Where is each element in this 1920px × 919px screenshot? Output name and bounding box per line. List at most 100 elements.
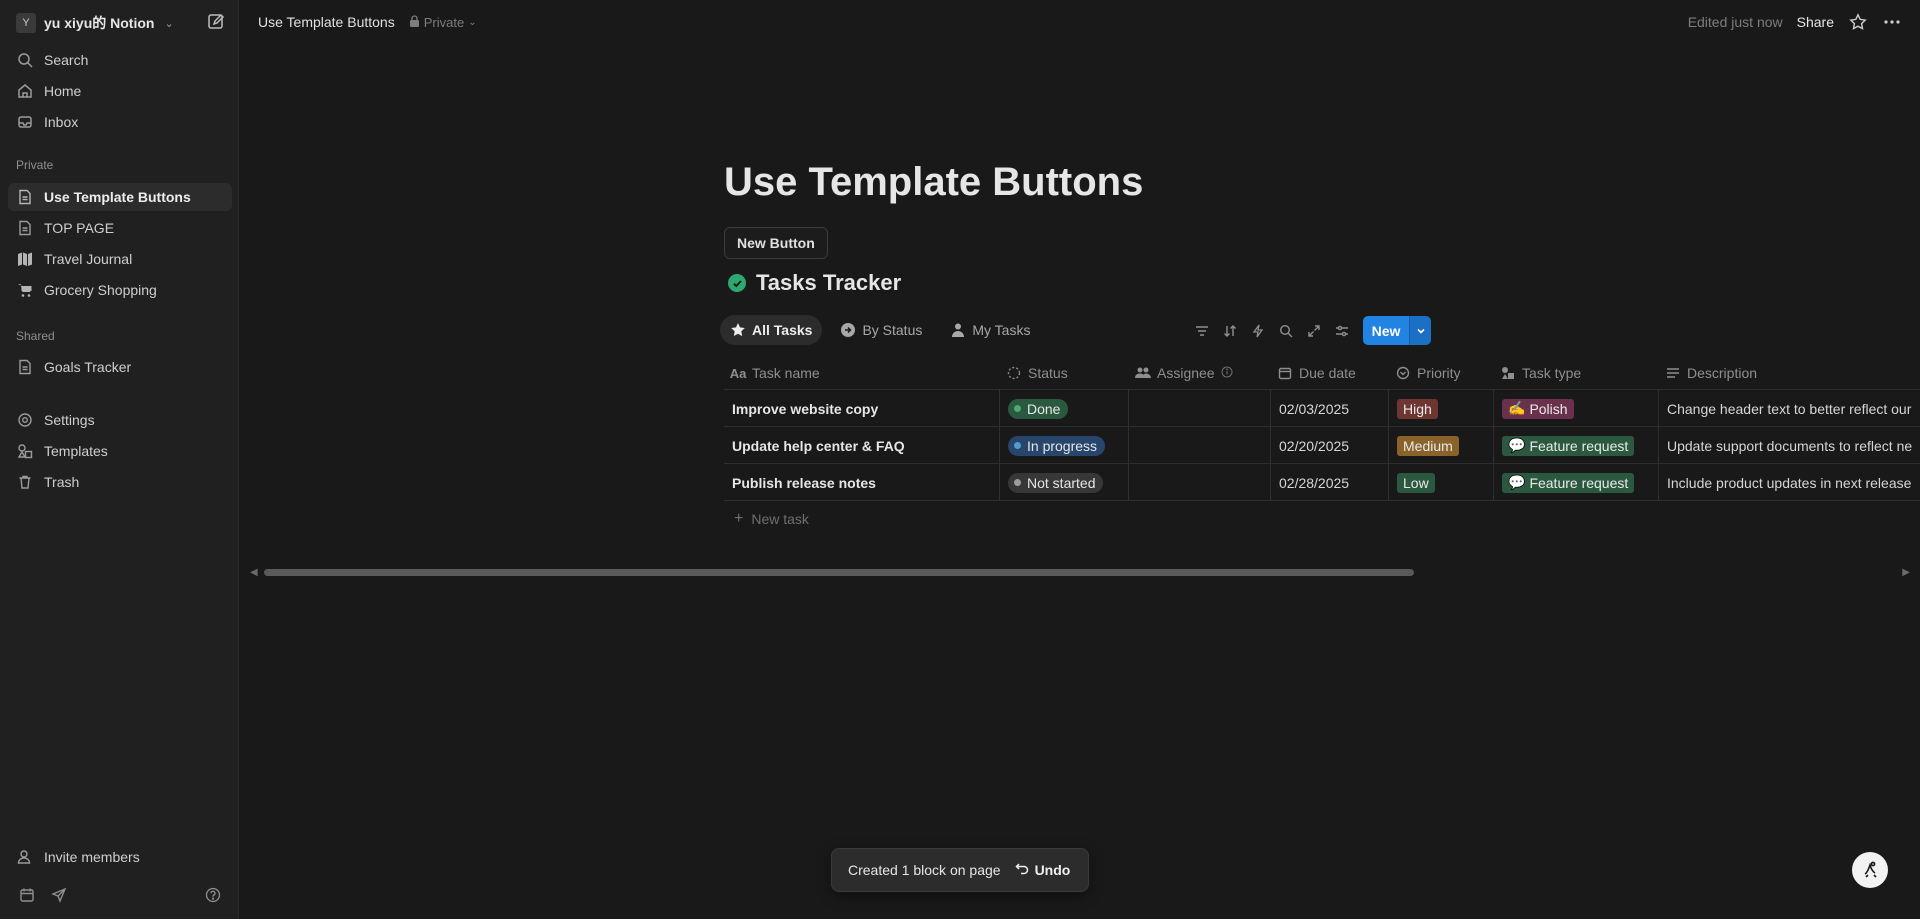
sidebar-item-settings[interactable]: Settings [8, 406, 232, 434]
sidebar-item-templates[interactable]: Templates [8, 437, 232, 465]
sidebar-item-label: Invite members [44, 849, 140, 865]
calendar-icon [1277, 365, 1293, 381]
search-icon[interactable] [1276, 321, 1296, 341]
priority-cell[interactable]: High [1389, 390, 1494, 427]
trash-icon [16, 473, 34, 491]
sidebar-item-label: Grocery Shopping [44, 282, 157, 298]
undo-button[interactable]: Undo [1015, 862, 1070, 879]
star-icon[interactable] [1848, 12, 1868, 32]
people-icon [1135, 365, 1151, 381]
new-page-icon[interactable] [206, 12, 226, 32]
sidebar-item-travel-journal[interactable]: Travel Journal [8, 245, 232, 273]
new-record-button[interactable]: New [1363, 316, 1431, 345]
due-date-cell[interactable]: 02/28/2025 [1271, 464, 1389, 501]
cart-icon [16, 281, 34, 299]
due-date-cell[interactable]: 02/20/2025 [1271, 427, 1389, 464]
map-icon [16, 250, 34, 268]
view-tab-label: By Status [862, 322, 923, 338]
new-task-label: New task [751, 511, 809, 527]
column-header-due-date[interactable]: Due date [1271, 356, 1389, 390]
priority-cell[interactable]: Low [1389, 464, 1494, 501]
assignee-cell[interactable] [1129, 427, 1271, 464]
view-tab-by-status[interactable]: By Status [830, 315, 932, 345]
status-dot [1014, 405, 1021, 412]
sidebar-item-label: Settings [44, 412, 95, 428]
sidebar-item-label: Templates [44, 443, 108, 459]
arrow-circle-icon [840, 322, 856, 338]
more-icon[interactable] [1882, 12, 1902, 32]
new-button-template-button[interactable]: New Button [724, 227, 828, 259]
view-tab-all-tasks[interactable]: All Tasks [720, 315, 823, 345]
expand-icon[interactable] [1304, 321, 1324, 341]
scroll-left-icon[interactable]: ◀ [250, 567, 258, 578]
lightning-icon[interactable] [1248, 321, 1268, 341]
column-label: Assignee [1157, 365, 1215, 381]
toast-notification: Created 1 block on page Undo [831, 848, 1089, 892]
sidebar-item-use-template-buttons[interactable]: Use Template Buttons [8, 183, 232, 211]
text-icon: Aa [729, 365, 747, 381]
table-row[interactable]: Improve website copy Done 02/03/2025 Hig… [724, 390, 1920, 427]
task-name-cell[interactable]: Improve website copy [724, 390, 1000, 427]
description-cell[interactable]: Update support documents to reflect ne [1659, 427, 1920, 464]
tasks-table: Aa Task name Status Assignee Due date Pr… [724, 356, 1920, 537]
description-cell[interactable]: Change header text to better reflect our [1659, 390, 1920, 427]
page-title[interactable]: Use Template Buttons [724, 160, 1143, 205]
sidebar-item-top-page[interactable]: TOP PAGE [8, 214, 232, 242]
status-cell[interactable]: Done [1000, 390, 1129, 427]
column-header-task-type[interactable]: Task type [1494, 356, 1659, 390]
horizontal-scrollbar[interactable]: ◀ ▶ [250, 566, 1910, 578]
settings-sliders-icon[interactable] [1332, 321, 1352, 341]
status-label: In progress [1027, 437, 1098, 454]
edited-status: Edited just now [1687, 14, 1783, 30]
info-icon[interactable] [1221, 365, 1233, 381]
assignee-cell[interactable] [1129, 464, 1271, 501]
share-button[interactable]: Share [1797, 14, 1834, 30]
filter-icon[interactable] [1192, 321, 1212, 341]
column-header-assignee[interactable]: Assignee [1129, 356, 1271, 390]
column-header-task-name[interactable]: Aa Task name [724, 356, 1000, 390]
chevron-down-icon[interactable] [1409, 316, 1431, 345]
task-name-cell[interactable]: Publish release notes [724, 464, 1000, 501]
table-row[interactable]: Update help center & FAQ In progress 02/… [724, 427, 1920, 464]
scrollbar-thumb[interactable] [264, 569, 1414, 576]
new-button-label[interactable]: New [1363, 316, 1409, 345]
sidebar-item-trash[interactable]: Trash [8, 468, 232, 496]
sidebar-item-label: Trash [44, 474, 80, 490]
task-name-cell[interactable]: Update help center & FAQ [724, 427, 1000, 464]
status-cell[interactable]: In progress [1000, 427, 1129, 464]
sidebar-item-label: Travel Journal [44, 251, 133, 267]
assistant-face-icon [1859, 858, 1881, 883]
column-header-description[interactable]: Description [1659, 356, 1920, 390]
calendar-icon[interactable] [16, 884, 38, 906]
database-title[interactable]: Tasks Tracker [728, 270, 901, 296]
new-task-row[interactable]: + New task [724, 501, 1920, 537]
workspace-switcher[interactable]: Y yu xiyu的 Notion ⌄ [16, 12, 174, 34]
send-icon[interactable] [48, 884, 70, 906]
sidebar-item-label: Search [44, 52, 89, 68]
priority-cell[interactable]: Medium [1389, 427, 1494, 464]
breadcrumb-page-title[interactable]: Use Template Buttons [258, 14, 395, 30]
due-date-cell[interactable]: 02/03/2025 [1271, 390, 1389, 427]
task-type-cell[interactable]: ✍️ Polish [1494, 390, 1659, 427]
scroll-right-icon[interactable]: ▶ [1902, 567, 1910, 578]
sidebar-item-invite-members[interactable]: Invite members [8, 843, 232, 871]
task-type-cell[interactable]: 💬 Feature request [1494, 464, 1659, 501]
column-header-status[interactable]: Status [1000, 356, 1129, 390]
view-tab-my-tasks[interactable]: My Tasks [940, 315, 1040, 345]
sidebar-item-goals-tracker[interactable]: Goals Tracker [8, 353, 232, 381]
task-type-cell[interactable]: 💬 Feature request [1494, 427, 1659, 464]
sidebar-item-inbox[interactable]: Inbox [8, 108, 232, 136]
privacy-indicator[interactable]: Private ⌄ [409, 15, 477, 30]
help-icon[interactable] [202, 884, 224, 906]
ai-assistant-button[interactable] [1852, 852, 1888, 888]
column-header-priority[interactable]: Priority [1389, 356, 1494, 390]
sidebar-item-home[interactable]: Home [8, 77, 232, 105]
assignee-cell[interactable] [1129, 390, 1271, 427]
table-row[interactable]: Publish release notes Not started 02/28/… [724, 464, 1920, 501]
sidebar-item-grocery-shopping[interactable]: Grocery Shopping [8, 276, 232, 304]
sidebar-item-search[interactable]: Search [8, 46, 232, 74]
status-cell[interactable]: Not started [1000, 464, 1129, 501]
description-cell[interactable]: Include product updates in next release [1659, 464, 1920, 501]
priority-badge: High [1397, 398, 1438, 419]
sort-icon[interactable] [1220, 321, 1240, 341]
